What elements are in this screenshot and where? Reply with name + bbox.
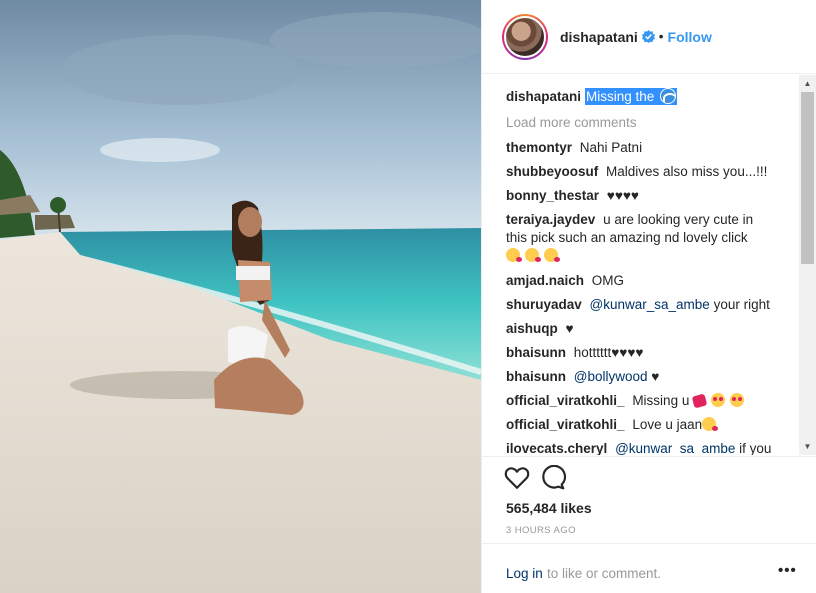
comment-text: ♥	[651, 369, 660, 384]
comment-username[interactable]: bonny_thestar	[506, 188, 599, 203]
kiss-emoji-icon	[506, 248, 522, 262]
post-side-panel: dishapatani • Follow dishapatani Missing …	[481, 0, 816, 593]
comment-text: ♥♥♥♥	[606, 188, 639, 203]
heart-icon[interactable]	[504, 465, 530, 491]
comment-mention[interactable]: @kunwar_sa_ambe	[590, 297, 710, 312]
login-footer: Log in to like or comment. •••	[482, 543, 816, 593]
login-link[interactable]: Log in	[506, 566, 543, 581]
post-caption: dishapatani Missing the	[506, 88, 678, 105]
comment-item: teraiya.jaydev u are looking very cute i…	[506, 211, 766, 265]
comment-username[interactable]: bhaisunn	[506, 345, 566, 360]
comment-item: official_viratkohli_ Love u jaan	[506, 416, 786, 434]
comment-item: shubbeyoosuf Maldives also miss you...!!…	[506, 163, 786, 181]
comment-username[interactable]: teraiya.jaydev	[506, 212, 595, 227]
post-timestamp: 3 HOURS AGO	[506, 525, 576, 536]
header-username[interactable]: dishapatani	[560, 29, 638, 45]
comment-username[interactable]: bhaisunn	[506, 369, 566, 384]
caption-text: Missing the	[585, 88, 678, 105]
comment-username[interactable]: amjad.naich	[506, 273, 584, 288]
heart-emoji-icon	[691, 393, 708, 409]
avatar[interactable]	[502, 13, 548, 60]
comment-username[interactable]: aishuqp	[506, 321, 558, 336]
verified-badge-icon	[641, 30, 655, 43]
comment-text: Maldives also miss you...!!!	[606, 164, 768, 179]
kiss-emoji-icon	[524, 248, 541, 262]
likes-count[interactable]: 565,484 likes	[506, 500, 592, 516]
comment-text: Nahi Patni	[579, 140, 643, 155]
avatar-image	[504, 15, 546, 58]
comment-text: if you	[739, 441, 772, 455]
post-photo[interactable]	[0, 0, 481, 593]
comment-text: Missing u	[632, 393, 690, 408]
comment-text: OMG	[591, 273, 625, 288]
heart-eyes-emoji-icon	[729, 393, 744, 407]
comment-username[interactable]: shubbeyoosuf	[506, 164, 598, 179]
follow-button[interactable]: Follow	[668, 29, 712, 45]
comment-item: amjad.naich OMG	[506, 272, 786, 290]
comment-item: bhaisunn hotttttt♥♥♥♥	[506, 344, 786, 362]
comment-item: bhaisunn @bollywood ♥	[506, 368, 786, 386]
comment-mention[interactable]: @kunwar_sa_ambe	[615, 441, 735, 455]
comment-item: official_viratkohli_ Missing u	[506, 392, 786, 410]
kiss-emoji-icon	[543, 248, 560, 262]
comment-text: your right	[713, 297, 770, 312]
comment-item: ilovecats.cheryl @kunwar_sa_ambe if you	[506, 440, 786, 455]
comments-scrollbar[interactable]: ▲ ▼	[799, 75, 816, 455]
comment-username[interactable]: themontyr	[506, 140, 572, 155]
comment-text: ♥	[565, 321, 574, 336]
more-options-icon[interactable]: •••	[778, 563, 797, 578]
instagram-post: dishapatani • Follow dishapatani Missing …	[0, 0, 816, 593]
comment-username[interactable]: shuruyadav	[506, 297, 582, 312]
post-actions: 565,484 likes 3 HOURS AGO Log in to like…	[482, 456, 816, 593]
comment-username[interactable]: ilovecats.cheryl	[506, 441, 607, 455]
login-prompt-text: to like or comment.	[547, 566, 662, 581]
comment-item: bonny_thestar ♥♥♥♥	[506, 187, 786, 205]
comments-list[interactable]: dishapatani Missing the Load more comment…	[482, 75, 816, 455]
scroll-up-arrow-icon[interactable]: ▲	[799, 75, 816, 92]
comment-mention[interactable]: @bollywood	[574, 369, 648, 384]
header-separator: •	[658, 29, 664, 44]
scroll-down-arrow-icon[interactable]: ▼	[799, 438, 816, 455]
post-header: dishapatani • Follow	[482, 0, 816, 74]
comment-item: themontyr Nahi Patni	[506, 139, 786, 157]
kiss-emoji-icon	[702, 417, 719, 431]
heart-eyes-emoji-icon	[710, 393, 725, 407]
load-more-comments-button[interactable]: Load more comments	[506, 115, 637, 130]
beach-photo-image	[0, 0, 481, 593]
comment-text: hotttttt♥♥♥♥	[573, 345, 644, 360]
comment-icon[interactable]	[540, 465, 566, 491]
comment-item: aishuqp ♥	[506, 320, 786, 338]
comment-username[interactable]: official_viratkohli_	[506, 393, 625, 408]
scrollbar-thumb[interactable]	[801, 92, 814, 264]
comment-item: shuruyadav @kunwar_sa_ambe your right	[506, 296, 786, 314]
comment-text: Love u jaan	[632, 417, 703, 432]
caption-username[interactable]: dishapatani	[506, 89, 581, 104]
wave-emoji-icon	[660, 88, 677, 104]
comment-username[interactable]: official_viratkohli_	[506, 417, 625, 432]
